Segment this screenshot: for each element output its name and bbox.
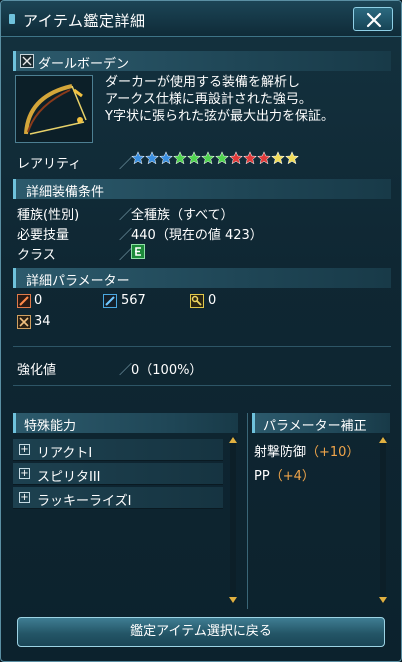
special-abilities-title: 特殊能力 xyxy=(24,419,77,434)
scroll-up-icon[interactable] xyxy=(379,437,387,443)
rarity-label: レアリティ xyxy=(17,157,82,172)
enhancement-label: 強化値 xyxy=(17,363,57,378)
rarity-star-icon xyxy=(257,151,271,165)
parameters-header: 詳細パラメーター xyxy=(13,268,391,289)
ranged-attack-icon xyxy=(103,294,117,308)
requirements-title: 詳細装備条件 xyxy=(26,185,105,200)
title-marker xyxy=(9,14,15,24)
ability-item[interactable]: + ラッキーライズI xyxy=(13,487,223,509)
dexterity-icon xyxy=(17,315,31,329)
title-bar: アイテム鑑定詳細 xyxy=(1,1,401,37)
rarity-star-icon xyxy=(271,151,285,165)
tech-attack-value: 0 xyxy=(208,293,217,308)
description-line: アークス仕様に再設計された強弓。 xyxy=(105,92,312,107)
rarity-star-icon xyxy=(187,151,201,165)
race-gender-value: 全種族（すべて） xyxy=(131,208,234,223)
tech-attack-icon xyxy=(190,294,204,308)
description-line: ダーカーが使用する装備を解析し xyxy=(105,75,301,90)
ability-name: スピリタIII xyxy=(37,470,101,485)
item-name-bar: ダールボーデン xyxy=(13,51,391,72)
correction-bonus: （+10） xyxy=(306,445,360,460)
correction-item: PP（+4） xyxy=(254,465,315,484)
special-abilities-header: 特殊能力 xyxy=(13,413,238,434)
required-skill-value: 440（現在の値 423） xyxy=(131,228,263,243)
expand-icon: + xyxy=(19,444,30,455)
abilities-scrollbar[interactable] xyxy=(229,437,237,603)
item-name: ダールボーデン xyxy=(38,57,130,72)
expand-icon: + xyxy=(19,492,30,503)
rarity-star-icon xyxy=(145,151,159,165)
melee-attack-icon xyxy=(17,294,31,308)
expand-icon: + xyxy=(19,468,30,479)
bow-icon xyxy=(24,84,87,135)
parameters-title: 詳細パラメーター xyxy=(26,274,130,289)
rarity-stars xyxy=(131,151,299,167)
item-description: ダーカーが使用する装備を解析し アークス仕様に再設計された強弓。 Y字状に張られ… xyxy=(105,74,334,125)
required-skill-label: 必要技量 xyxy=(17,228,70,243)
param-correction-header: パラメーター補正 xyxy=(252,413,390,434)
scroll-up-icon[interactable] xyxy=(229,437,237,443)
rarity-star-icon xyxy=(229,151,243,165)
ranger-class-icon xyxy=(131,244,145,259)
ability-item[interactable]: + スピリタIII xyxy=(13,463,223,485)
param-correction-title: パラメーター補正 xyxy=(263,419,367,434)
special-abilities-panel: 特殊能力 + リアクトI + スピリタIII + ラッキーライズI xyxy=(13,413,240,609)
divider xyxy=(13,346,391,347)
correction-item: 射撃防御（+10） xyxy=(254,441,359,460)
rarity-star-icon xyxy=(173,151,187,165)
correction-scrollbar[interactable] xyxy=(379,437,387,603)
correction-label: PP xyxy=(254,469,270,484)
rarity-star-icon xyxy=(131,151,145,165)
race-gender-label: 種族(性別) xyxy=(17,208,80,223)
class-label: クラス xyxy=(17,248,56,263)
rarity-star-icon xyxy=(285,151,299,165)
scroll-down-icon[interactable] xyxy=(229,597,237,603)
rarity-star-icon xyxy=(215,151,229,165)
divider xyxy=(13,385,391,386)
scroll-down-icon[interactable] xyxy=(379,597,387,603)
window-title: アイテム鑑定詳細 xyxy=(23,12,146,30)
requirements-header: 詳細装備条件 xyxy=(13,179,391,200)
description-line: Y字状に張られた弦が最大出力を保証。 xyxy=(105,109,334,124)
back-to-selection-button[interactable]: 鑑定アイテム選択に戻る xyxy=(17,617,385,647)
enhancement-value: 0（100%） xyxy=(131,363,203,378)
close-icon xyxy=(366,12,382,28)
item-appraisal-window: アイテム鑑定詳細 ダールボーデン ダーカーが使用する装備を解析し アークス仕様に… xyxy=(0,0,402,662)
correction-bonus: （+4） xyxy=(269,469,315,484)
close-button[interactable] xyxy=(353,7,393,31)
rarity-star-icon xyxy=(159,151,173,165)
ranged-attack-value: 567 xyxy=(121,293,146,308)
dexterity-value: 34 xyxy=(34,314,51,329)
rarity-star-icon xyxy=(201,151,215,165)
melee-attack-value: 0 xyxy=(34,293,43,308)
correction-label: 射撃防御 xyxy=(254,445,307,460)
param-correction-panel: パラメーター補正 射撃防御（+10） PP（+4） xyxy=(247,413,391,609)
weapon-category-icon xyxy=(20,54,34,68)
ability-name: ラッキーライズI xyxy=(37,494,132,509)
ability-item[interactable]: + リアクトI xyxy=(13,439,223,461)
weapon-image xyxy=(15,75,93,143)
rarity-star-icon xyxy=(243,151,257,165)
ability-name: リアクトI xyxy=(37,446,93,461)
